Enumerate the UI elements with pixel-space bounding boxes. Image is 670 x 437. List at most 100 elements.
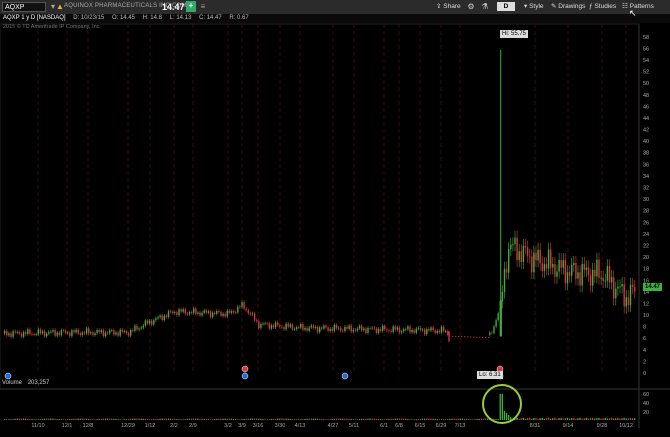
candle-body: [262, 323, 264, 325]
volume-bar: [83, 418, 86, 420]
candle-body: [81, 332, 84, 335]
candle-body: [564, 260, 567, 284]
volume-bar: [104, 418, 107, 420]
plus-icon[interactable]: +: [186, 1, 196, 12]
volume-bar: [75, 418, 77, 420]
y-tick-label: 44: [643, 116, 649, 122]
volume-bar: [289, 418, 291, 420]
drawings-button[interactable]: ✎ Drawings: [551, 2, 585, 12]
volume-bar: [6, 419, 8, 420]
candle-body: [625, 297, 627, 307]
volume-bar: [258, 418, 260, 420]
y-tick-label: 10: [643, 313, 649, 319]
volume-bar: [629, 417, 632, 420]
candle-body: [230, 311, 233, 313]
volume-bar: [22, 418, 25, 420]
candle-body: [106, 332, 109, 334]
candle-body: [571, 264, 573, 276]
volume-bar: [169, 418, 172, 420]
low-candle: [473, 336, 475, 338]
volume-bar: [121, 419, 123, 420]
style-button[interactable]: ▾ Style: [524, 2, 544, 12]
candle-body: [432, 327, 434, 331]
candle-body: [386, 329, 388, 331]
candle-body: [245, 308, 247, 311]
gear-icon[interactable]: ⚙: [466, 2, 476, 12]
x-tick-label: 6/8: [395, 423, 403, 429]
chart-title: AQXP 1 y D [NASDAQ]: [3, 15, 66, 21]
volume-bar: [451, 418, 453, 420]
candle-body: [138, 328, 140, 330]
volume-bar: [426, 418, 428, 420]
candle-body: [199, 312, 201, 316]
share-button[interactable]: ⇪ Share: [436, 2, 461, 12]
candle-body: [426, 329, 428, 335]
candle-body: [541, 263, 543, 271]
volume-bar: [434, 418, 436, 420]
candle-body: [146, 320, 149, 324]
candle-body: [48, 331, 50, 334]
candle-body: [503, 268, 506, 292]
volume-bar: [140, 418, 142, 420]
candle-body: [119, 329, 121, 336]
patterns-button[interactable]: ☷ Patterns: [622, 2, 654, 12]
candle-body: [421, 329, 424, 331]
candle-body: [581, 263, 583, 286]
volume-bar: [48, 418, 50, 420]
candle-body: [405, 329, 407, 331]
volume-bar: [331, 418, 333, 420]
candle-body: [193, 308, 195, 313]
candle-body: [96, 329, 98, 334]
volume-bar: [251, 418, 254, 420]
volume-bar: [295, 419, 298, 420]
candle-body: [619, 286, 621, 288]
volume-bar: [478, 418, 480, 420]
candle-body: [113, 330, 115, 335]
volume-bar: [463, 418, 466, 420]
volume-bar: [623, 417, 625, 420]
candle-body: [302, 324, 304, 330]
candle-body: [29, 329, 31, 334]
candle-body: [121, 329, 123, 332]
volume-bar: [596, 418, 598, 420]
candle-body: [508, 249, 510, 273]
volume-bar: [113, 418, 115, 420]
period-button[interactable]: D: [497, 2, 515, 11]
candle-body: [237, 306, 239, 313]
price-chart[interactable]: 11/10 12/1 12/8 12/29 1/12 2/2 2/9 3/2 3/9 3/16 3/…: [0, 0, 670, 437]
menu-icon[interactable]: ≡: [198, 2, 208, 12]
y-tick-label: 48: [643, 93, 649, 99]
candle-body: [310, 325, 312, 328]
volume-bar: [182, 419, 184, 420]
candle-body: [594, 269, 596, 277]
volume-bar: [134, 418, 136, 420]
candle-body: [447, 331, 449, 335]
candle-body: [218, 310, 220, 312]
volume-bar: [631, 418, 634, 420]
candle-body: [552, 263, 554, 268]
candle-body: [216, 310, 218, 314]
x-tick-label: 3/2: [224, 423, 232, 429]
candle-body: [568, 272, 571, 276]
candle-body: [174, 312, 176, 313]
candle-body: [512, 244, 514, 246]
volume-bar: [218, 418, 220, 420]
candle-body: [344, 326, 346, 332]
studies-button[interactable]: ƒ Studies: [589, 2, 616, 12]
volume-bar: [144, 418, 146, 420]
candle-body: [111, 330, 113, 332]
volume-bar: [31, 419, 33, 420]
volume-bar: [457, 418, 459, 420]
candle-body: [363, 328, 365, 331]
candle-body: [243, 302, 245, 309]
volume-bar: [589, 418, 592, 420]
volume-bar: [226, 418, 228, 420]
candle-body: [247, 310, 249, 314]
x-tick-label: 6/29: [436, 423, 447, 429]
candle-body: [266, 323, 268, 325]
volume-bar: [484, 418, 487, 420]
flask-icon[interactable]: ⚗: [480, 2, 490, 12]
symbol-input[interactable]: AQXP: [2, 2, 46, 12]
volume-bar: [617, 417, 619, 420]
candle-body: [516, 237, 518, 261]
